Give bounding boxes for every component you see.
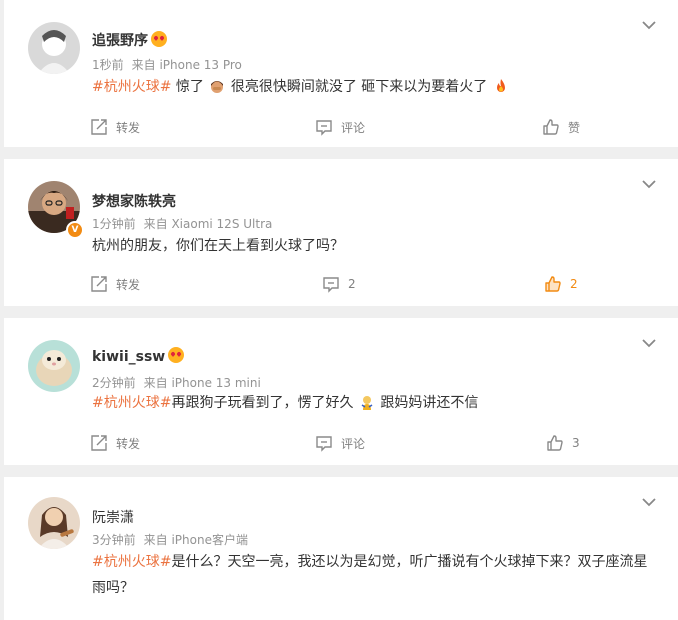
action-bar: 转发 2 2	[4, 273, 678, 295]
comment-time: 3分钟前	[92, 533, 136, 547]
username-text[interactable]: 阮崇潇	[92, 510, 134, 526]
username-text[interactable]: 追張野序	[92, 33, 148, 49]
hashtag-link[interactable]: #杭州火球#	[92, 554, 171, 570]
comment-button[interactable]: 评论	[315, 116, 365, 138]
comment-time: 1秒前	[92, 58, 124, 72]
comment-text: 杭州的朋友，你们在天上看到火球了吗？	[92, 233, 650, 259]
heart-eyes-emoji-icon	[151, 31, 167, 47]
chevron-down-icon	[642, 339, 656, 348]
avatar-image	[28, 22, 80, 74]
avatar[interactable]	[28, 22, 80, 74]
comment-meta: 1秒前 来自 iPhone 13 Pro	[92, 56, 250, 73]
comment-text-part: 再跟狗子玩看到了，愣了好久	[171, 395, 354, 411]
fire-emoji-icon	[496, 79, 505, 92]
repost-button[interactable]: 转发	[90, 116, 140, 138]
comment-source: 来自 iPhone 13 mini	[143, 376, 261, 390]
comment-meta: 3分钟前 来自 iPhone客户端	[92, 531, 256, 548]
comment-card: 阮崇潇 3分钟前 来自 iPhone客户端 #杭州火球#是什么？天空一亮，我还以为…	[4, 477, 678, 620]
like-label: 赞	[568, 120, 581, 135]
comment-time: 1分钟前	[92, 217, 136, 231]
comment-icon	[323, 277, 339, 293]
comment-text: #杭州火球#是什么？天空一亮，我还以为是幻觉，听广播说有个火球掉下来？双子座流星…	[92, 549, 654, 601]
hashtag-link[interactable]: #杭州火球#	[92, 79, 171, 95]
more-options-button[interactable]	[642, 179, 656, 189]
chevron-down-icon	[642, 498, 656, 507]
comment-source: 来自 Xiaomi 12S Ultra	[143, 217, 273, 231]
facepalm-emoji-icon	[211, 81, 224, 93]
comment-source: 来自 iPhone客户端	[143, 533, 248, 547]
comment-time: 2分钟前	[92, 376, 136, 390]
avatar-image	[28, 340, 80, 392]
avatar[interactable]	[28, 497, 80, 549]
action-bar: 转发 评论 3	[4, 432, 678, 454]
repost-icon	[91, 435, 107, 451]
avatar[interactable]	[28, 340, 80, 392]
username-text[interactable]: 梦想家陈轶亮	[92, 194, 176, 210]
comment-source: 来自 iPhone 13 Pro	[131, 58, 242, 72]
comment-meta: 1分钟前 来自 Xiaomi 12S Ultra	[92, 215, 280, 232]
comment-text: #杭州火球#再跟狗子玩看到了，愣了好久 跟妈妈讲还不信	[92, 390, 650, 416]
heart-eyes-emoji-icon	[168, 347, 185, 363]
like-button[interactable]: 3	[546, 432, 580, 454]
repost-label: 转发	[116, 436, 141, 451]
username[interactable]: 追張野序	[92, 30, 167, 50]
avatar-image	[28, 497, 80, 549]
verified-badge-icon: V	[66, 221, 84, 239]
repost-icon	[91, 276, 107, 292]
comment-icon	[316, 120, 332, 136]
comment-text-body: 是什么？天空一亮，我还以为是幻觉，听广播说有个火球掉下来？双子座流星雨吗？	[92, 554, 648, 596]
thumbs-up-icon	[543, 119, 559, 135]
chevron-down-icon	[642, 180, 656, 189]
like-button[interactable]: 2	[544, 273, 578, 295]
like-count: 2	[570, 277, 578, 291]
like-button[interactable]: 赞	[542, 116, 580, 138]
comment-card: 追張野序 1秒前 来自 iPhone 13 Pro #杭州火球# 惊了 很亮很快瞬…	[4, 0, 678, 147]
comment-label: 评论	[341, 120, 366, 135]
comment-label: 评论	[341, 436, 366, 451]
comment-button[interactable]: 2	[322, 273, 356, 295]
comment-card: V 梦想家陈轶亮 1分钟前 来自 Xiaomi 12S Ultra 杭州的朋友，你…	[4, 159, 678, 306]
username[interactable]: 阮崇潇	[92, 507, 134, 527]
username[interactable]: kiwii_ssw	[92, 347, 185, 365]
username-text[interactable]: kiwii_ssw	[92, 349, 165, 365]
more-options-button[interactable]	[642, 20, 656, 30]
comment-text-part: 惊了	[175, 79, 204, 95]
like-count: 3	[572, 436, 580, 450]
comment-button[interactable]: 评论	[315, 432, 365, 454]
username[interactable]: 梦想家陈轶亮	[92, 191, 176, 211]
comment-meta: 2分钟前 来自 iPhone 13 mini	[92, 374, 269, 391]
repost-icon	[91, 119, 107, 135]
repost-button[interactable]: 转发	[90, 273, 140, 295]
comment-feed: 追張野序 1秒前 来自 iPhone 13 Pro #杭州火球# 惊了 很亮很快瞬…	[0, 0, 678, 620]
comment-text: #杭州火球# 惊了 很亮很快瞬间就没了 砸下来以为要着火了	[92, 74, 650, 100]
hashtag-link[interactable]: #杭州火球#	[92, 395, 171, 411]
action-bar: 转发 评论 赞	[4, 116, 678, 138]
thumbs-up-icon	[547, 435, 563, 451]
chevron-down-icon	[642, 21, 656, 30]
comment-card: kiwii_ssw 2分钟前 来自 iPhone 13 mini #杭州火球#再跟…	[4, 318, 678, 465]
comment-text-part: 很亮很快瞬间就没了 砸下来以为要着火了	[230, 79, 488, 95]
repost-label: 转发	[116, 277, 141, 292]
more-options-button[interactable]	[642, 497, 656, 507]
comment-icon	[316, 436, 332, 452]
comment-count: 2	[348, 277, 356, 291]
comment-text-body: 杭州的朋友，你们在天上看到火球了吗？	[92, 238, 344, 254]
repost-button[interactable]: 转发	[90, 432, 140, 454]
thumbs-up-icon	[545, 276, 561, 292]
thinking-person-emoji-icon	[361, 396, 373, 410]
comment-text-part: 跟妈妈讲还不信	[380, 395, 479, 411]
repost-label: 转发	[116, 120, 141, 135]
more-options-button[interactable]	[642, 338, 656, 348]
